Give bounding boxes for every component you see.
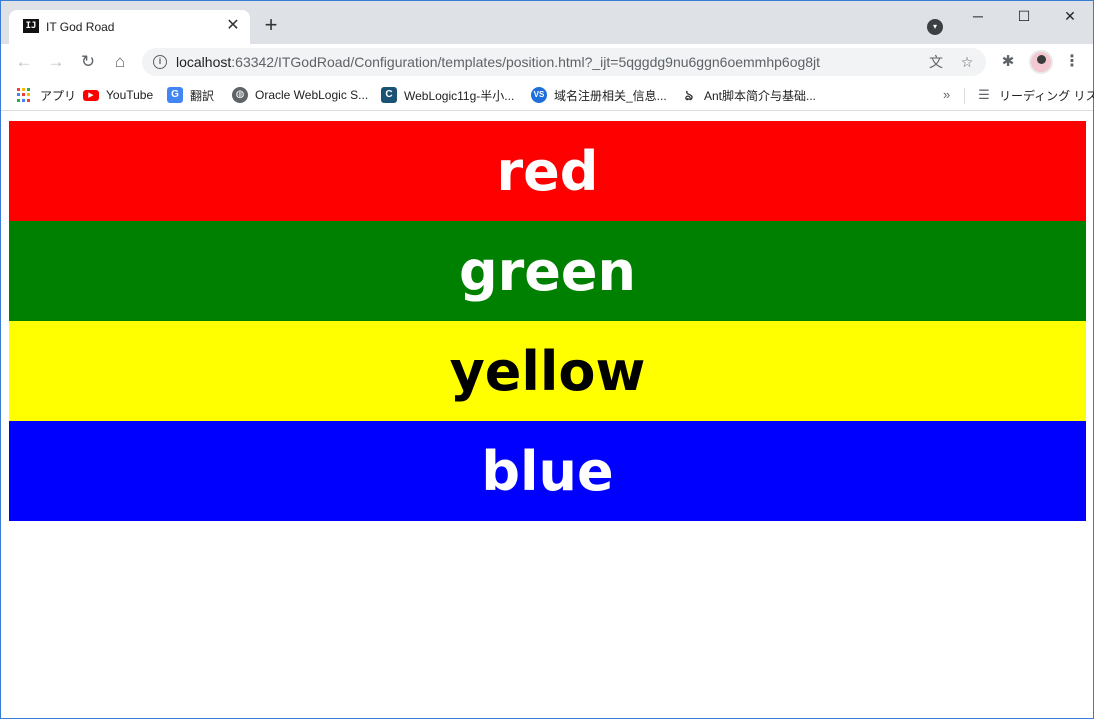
url-host: localhost bbox=[176, 54, 232, 70]
bookmark-label: アプリ bbox=[40, 88, 77, 103]
bookmark-domain-registration[interactable]: VS 域名注册相关_信息... bbox=[531, 86, 667, 104]
bookmark-label: Oracle WebLogic S... bbox=[255, 88, 369, 102]
band-label: blue bbox=[481, 439, 614, 503]
reading-list-label: リーディング リスト bbox=[999, 88, 1094, 103]
color-band-yellow: yellow bbox=[9, 321, 1086, 421]
tab-title: IT God Road bbox=[46, 20, 115, 34]
bookmark-star-icon[interactable]: ☆ bbox=[958, 53, 976, 71]
close-window-button[interactable]: ✕ bbox=[1047, 1, 1093, 31]
ant-icon: ঌ bbox=[684, 87, 694, 103]
color-band-blue: blue bbox=[9, 421, 1086, 521]
intellij-favicon-icon: IJ bbox=[23, 19, 39, 35]
globe-icon: ◍ bbox=[232, 87, 248, 103]
tab-it-god-road[interactable]: IJ IT God Road ✕ bbox=[9, 10, 250, 44]
site-info-icon[interactable]: i bbox=[153, 55, 167, 69]
bookmarks-bar: アプリ ▶ YouTube G 翻訳 ◍ Oracle WebLogic S..… bbox=[1, 80, 1094, 111]
chrome-menu-icon[interactable]: ⋮ bbox=[1064, 52, 1080, 72]
vs-icon: VS bbox=[531, 87, 547, 103]
browser-toolbar: ← → ↻ ⌂ i localhost:63342/ITGodRoad/Conf… bbox=[1, 44, 1093, 80]
reading-list-button[interactable]: ☰ リーディング リスト bbox=[976, 86, 1094, 104]
new-tab-button[interactable]: + bbox=[260, 14, 282, 36]
bookmark-label: YouTube bbox=[106, 88, 154, 102]
bookmark-label: Ant脚本简介与基础... bbox=[704, 88, 817, 103]
band-label: green bbox=[459, 239, 636, 303]
bookmark-apps[interactable]: アプリ bbox=[17, 86, 76, 104]
bookmarks-separator bbox=[964, 88, 965, 104]
address-bar[interactable]: i localhost:63342/ITGodRoad/Configuratio… bbox=[142, 48, 986, 76]
bookmark-weblogic11g[interactable]: C WebLogic11g-半小... bbox=[381, 86, 514, 104]
url-text[interactable]: localhost:63342/ITGodRoad/Configuration/… bbox=[176, 54, 820, 70]
bookmark-label: 翻訳 bbox=[190, 88, 215, 103]
browser-window: IJ IT God Road ✕ + ▾ ─ ☐ ✕ ← → ↻ ⌂ i loc… bbox=[0, 0, 1094, 719]
bookmark-label: 域名注册相关_信息... bbox=[554, 88, 667, 103]
tab-strip: IJ IT God Road ✕ + ▾ ─ ☐ ✕ bbox=[1, 1, 1093, 44]
tab-close-icon[interactable]: ✕ bbox=[224, 17, 242, 35]
back-button[interactable]: ← bbox=[13, 51, 35, 73]
url-path: :63342/ITGodRoad/Configuration/templates… bbox=[231, 54, 821, 70]
tab-search-icon[interactable]: ▾ bbox=[927, 19, 943, 35]
band-label: yellow bbox=[449, 339, 646, 403]
youtube-icon: ▶ bbox=[83, 89, 99, 101]
bookmarks-more-icon[interactable]: » bbox=[943, 87, 950, 102]
band-label: red bbox=[496, 139, 599, 203]
cnblogs-icon: C bbox=[381, 87, 397, 103]
apps-grid-icon bbox=[17, 88, 31, 102]
home-button[interactable]: ⌂ bbox=[109, 51, 131, 73]
bookmark-label: WebLogic11g-半小... bbox=[404, 88, 515, 103]
extensions-puzzle-icon[interactable]: ✱ bbox=[999, 53, 1017, 71]
bookmark-youtube[interactable]: ▶ YouTube bbox=[83, 86, 153, 104]
translate-icon: G bbox=[167, 87, 183, 103]
reload-button[interactable]: ↻ bbox=[77, 51, 99, 73]
bookmark-oracle-weblogic[interactable]: ◍ Oracle WebLogic S... bbox=[232, 86, 368, 104]
minimize-button[interactable]: ─ bbox=[955, 1, 1001, 31]
bookmark-ant-script[interactable]: ঌ Ant脚本简介与基础... bbox=[681, 86, 816, 104]
translate-page-icon[interactable]: 文 bbox=[927, 53, 945, 71]
color-band-red: red bbox=[9, 121, 1086, 221]
page-content: red green yellow blue bbox=[9, 121, 1086, 521]
bookmark-translate[interactable]: G 翻訳 bbox=[167, 86, 214, 104]
forward-button[interactable]: → bbox=[45, 51, 67, 73]
profile-avatar[interactable] bbox=[1029, 50, 1053, 74]
maximize-button[interactable]: ☐ bbox=[1001, 1, 1047, 31]
reading-list-icon: ☰ bbox=[978, 87, 990, 102]
color-band-green: green bbox=[9, 221, 1086, 321]
